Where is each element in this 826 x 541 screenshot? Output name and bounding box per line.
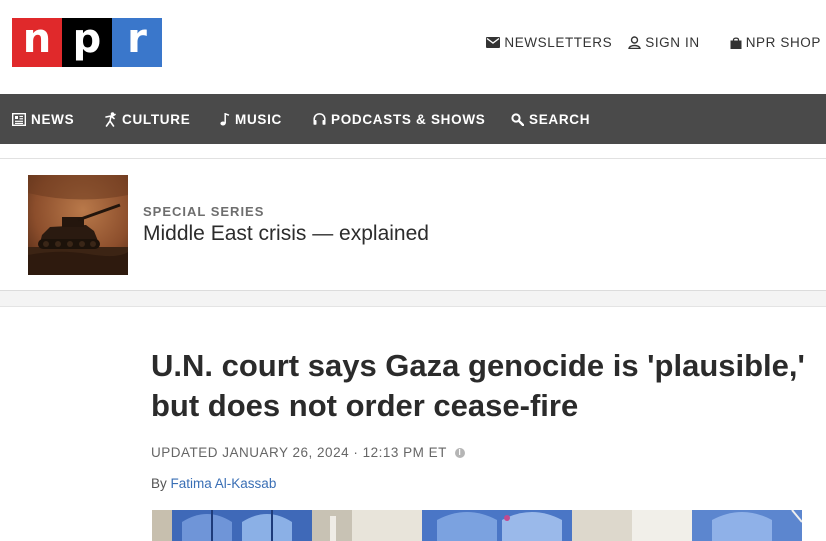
nav-item-culture[interactable]: CULTURE (104, 94, 190, 144)
envelope-icon (486, 37, 501, 48)
nav-item-music[interactable]: MUSIC (220, 94, 282, 144)
npr-shop-link[interactable]: NPR SHOP (730, 35, 821, 50)
nav-label-news: NEWS (31, 111, 75, 127)
utility-links: NEWSLETTERS SIGN IN NPR SHOP (486, 35, 821, 50)
info-icon[interactable]: i (454, 447, 465, 458)
logo-letter-r: r (112, 18, 162, 67)
author-link[interactable]: Fatima Al-Kassab (171, 476, 277, 491)
nav-label-music: MUSIC (235, 111, 282, 127)
series-title[interactable]: Middle East crisis — explained (143, 222, 429, 246)
courtroom-photo (152, 510, 802, 541)
logo-letter-p: p (62, 18, 112, 67)
nav-label-podcasts-shows: PODCASTS & SHOWS (331, 111, 486, 127)
series-kicker: SPECIAL SERIES (143, 204, 265, 219)
nav-item-podcasts-shows[interactable]: PODCASTS & SHOWS (313, 94, 485, 144)
main-nav: NEWS CULTURE MUSIC PODCASTS & SHOWS SEAR… (0, 94, 826, 144)
nav-label-culture: CULTURE (122, 111, 191, 127)
hero-image (152, 510, 802, 541)
npr-shop-label: NPR SHOP (745, 35, 821, 50)
newsletters-label: NEWSLETTERS (504, 35, 613, 50)
series-thumbnail[interactable] (28, 175, 128, 275)
headphones-icon (313, 113, 326, 125)
article-byline: By Fatima Al-Kassab (151, 476, 276, 491)
sign-in-label: SIGN IN (645, 35, 700, 50)
article-headline: U.N. court says Gaza genocide is 'plausi… (151, 348, 805, 423)
byline-prefix: By (151, 476, 167, 491)
news-icon (12, 112, 26, 126)
article-dateline: UPDATED JANUARY 26, 2024 · 12:13 PM ET i (151, 445, 465, 460)
sign-in-link[interactable]: SIGN IN (628, 35, 699, 50)
dateline-text: UPDATED JANUARY 26, 2024 · 12:13 PM ET (151, 445, 447, 460)
npr-logo[interactable]: n p r (12, 18, 162, 67)
newsletters-link[interactable]: NEWSLETTERS (486, 35, 612, 50)
culture-icon (105, 111, 116, 127)
nav-item-search[interactable]: SEARCH (511, 94, 590, 144)
logo-letter-n: n (12, 18, 62, 67)
shopping-bag-icon (730, 37, 742, 49)
user-icon (628, 36, 641, 49)
search-icon (511, 112, 524, 126)
tank-photo (28, 175, 128, 275)
music-note-icon (220, 112, 230, 125)
nav-label-search: SEARCH (529, 111, 591, 127)
site-header: n p r NEWSLETTERS SIGN IN NPR SHOP (0, 0, 826, 94)
special-series-promo[interactable]: SPECIAL SERIES Middle East crisis — expl… (0, 159, 826, 291)
nav-item-news[interactable]: NEWS (12, 94, 74, 144)
divider (0, 290, 826, 307)
